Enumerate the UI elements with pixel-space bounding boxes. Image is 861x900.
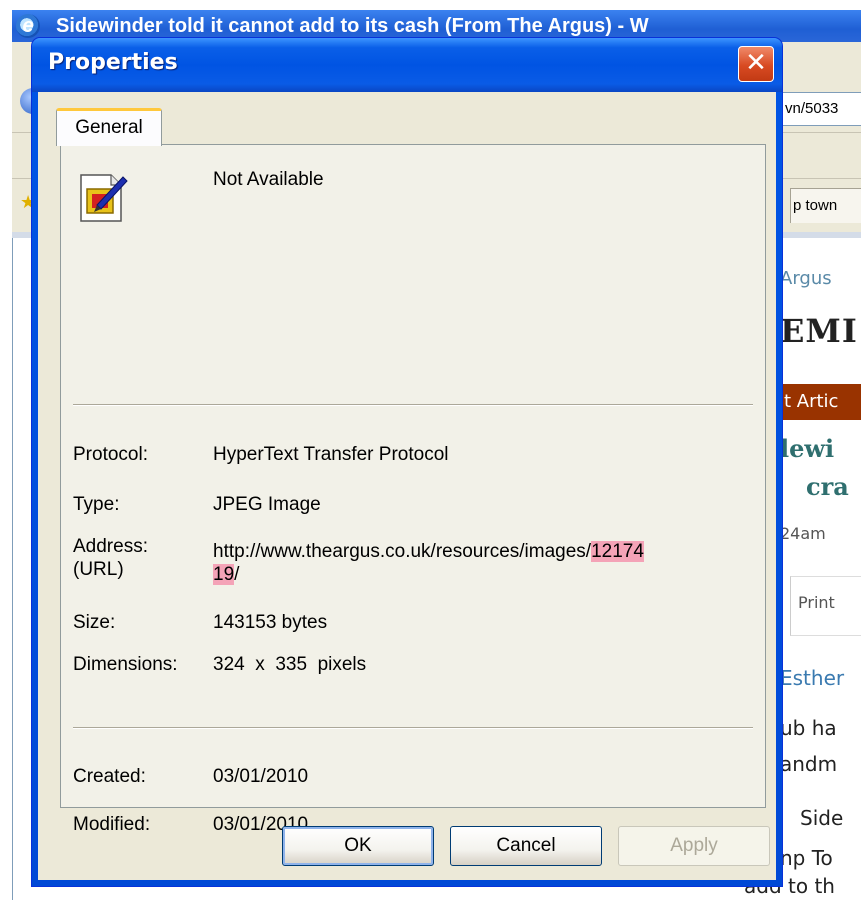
size-value: 143153 bytes — [213, 612, 328, 633]
type-value: JPEG Image — [213, 494, 321, 515]
print-link[interactable]: Print — [798, 593, 861, 612]
article-author[interactable]: Esther — [780, 666, 861, 690]
page-section-bar: t Artic — [780, 384, 861, 420]
created-label: Created: — [73, 766, 146, 787]
file-name-value: Not Available — [213, 169, 324, 190]
address-value[interactable]: http://www.theargus.co.uk/resources/imag… — [213, 540, 743, 586]
divider — [73, 404, 753, 406]
apply-button[interactable]: Apply — [618, 826, 770, 866]
address-bar[interactable]: vn/5033 — [780, 92, 861, 126]
protocol-label: Protocol: — [73, 444, 148, 465]
dimensions-label: Dimensions: — [73, 654, 178, 675]
created-value: 03/01/2010 — [213, 766, 309, 787]
ok-button[interactable]: OK — [282, 826, 434, 866]
image-file-icon — [80, 174, 128, 222]
divider — [73, 727, 753, 729]
address-url-highlight: 19 — [213, 564, 235, 585]
close-icon: ✕ — [745, 48, 767, 78]
browser-tab[interactable]: p town — [790, 188, 861, 223]
article-text: Side — [800, 806, 844, 830]
dialog-title: Properties — [48, 50, 178, 75]
modified-label: Modified: — [73, 814, 151, 835]
article-text: andm — [780, 752, 838, 776]
address-label-line2: (URL) — [73, 559, 124, 580]
dialog-titlebar[interactable]: Properties ✕ — [32, 38, 782, 92]
cancel-button[interactable]: Cancel — [450, 826, 602, 866]
article-headline: lewi — [780, 434, 835, 463]
page-heading: EMI — [780, 312, 858, 350]
address-label-line1: Address: — [73, 536, 148, 557]
dialog-body: General Not Available Protocol: HyperTex… — [38, 92, 776, 880]
article-text: ub ha — [780, 716, 837, 740]
article-headline: cra — [806, 472, 849, 501]
article-timestamp: 24am — [780, 524, 826, 543]
size-label: Size: — [73, 612, 116, 633]
address-url-highlight: 12174 — [591, 541, 644, 562]
article-text: np To — [780, 846, 833, 870]
protocol-value: HyperText Transfer Protocol — [213, 444, 449, 465]
properties-dialog: Properties ✕ General Not Available Proto… — [32, 38, 782, 886]
close-button[interactable]: ✕ — [738, 46, 774, 82]
address-label: Address: (URL) — [73, 535, 148, 581]
type-label: Type: — [73, 494, 120, 515]
page-site-name[interactable]: Argus — [780, 268, 861, 289]
address-url-text: http://www.theargus.co.uk/resources/imag… — [213, 541, 592, 562]
dimensions-value: 324 x 335 pixels — [213, 654, 367, 675]
tab-general[interactable]: General — [56, 108, 162, 146]
general-tab-panel: Not Available Protocol: HyperText Transf… — [60, 144, 766, 835]
ie-icon: e — [16, 14, 40, 38]
address-url-tail: / — [234, 564, 240, 585]
